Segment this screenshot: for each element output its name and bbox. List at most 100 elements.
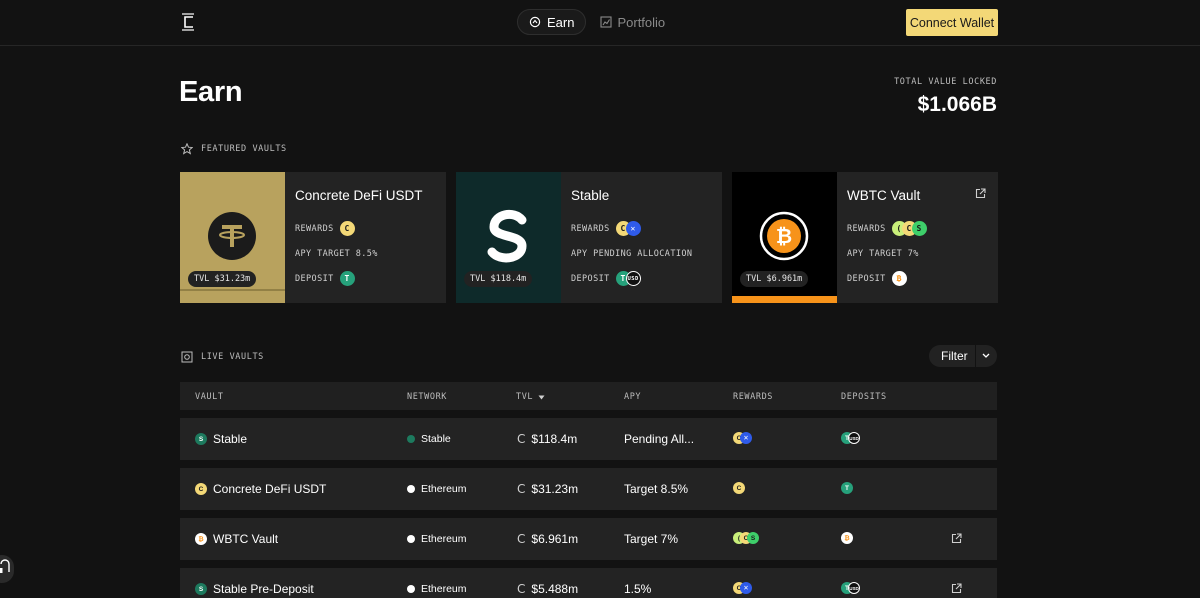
tvl-cell: Ⅽ $118.4m <box>517 432 577 446</box>
network-cell: Stable <box>407 433 451 445</box>
chevron-down-icon[interactable] <box>976 351 996 361</box>
nav-earn-label: Earn <box>547 14 575 30</box>
portfolio-icon <box>600 16 613 28</box>
nav-portfolio-tab[interactable]: Portfolio <box>600 15 665 30</box>
column-rewards: REWARDS <box>733 392 774 402</box>
deposit-row: DEPOSIT T USD <box>571 271 641 286</box>
network-cell: Ethereum <box>407 583 467 595</box>
network-name: Ethereum <box>421 483 467 495</box>
concrete-token-icon: C <box>339 221 355 236</box>
sort-down-icon <box>538 395 545 399</box>
column-tvl-label: TVL <box>516 392 534 402</box>
vault-name: Concrete DeFi USDT <box>295 188 423 203</box>
table-row[interactable]: S Stable Stable Ⅽ $118.4m Pending All...… <box>180 418 997 460</box>
concrete-logo-icon: Ⅽ <box>517 532 526 546</box>
column-apy[interactable]: APY <box>624 392 641 402</box>
apy-cell: Pending All... <box>624 432 695 446</box>
apy-cell: 1.5% <box>624 582 652 596</box>
vault-cell: S Stable Pre-Deposit <box>195 582 314 596</box>
nav-earn-tab[interactable]: Earn <box>517 9 587 35</box>
deposit-label: DEPOSIT <box>295 273 334 284</box>
stable-icon: S <box>195 433 207 445</box>
apy-row: APY PENDING ALLOCATION <box>571 249 693 259</box>
vault-name: WBTC Vault <box>847 188 921 203</box>
deposit-label: DEPOSIT <box>847 273 886 284</box>
ethereum-icon <box>407 585 415 593</box>
usd-token-icon: USD <box>625 271 641 286</box>
usd-token-icon: USD <box>848 582 860 594</box>
filter-button[interactable]: Filter <box>929 345 997 367</box>
rewards-cell: C ✕ <box>733 432 752 444</box>
deposit-token-stack: T USD <box>841 432 860 444</box>
deposits-cell: T <box>841 482 853 494</box>
x-token-icon: ✕ <box>740 582 752 594</box>
rewards-cell: ( C S <box>733 532 759 544</box>
x-token-icon: ✕ <box>740 432 752 444</box>
vault-name: Stable Pre-Deposit <box>213 582 314 596</box>
table-header: VAULT NETWORK TVL APY REWARDS DEPOSITS <box>180 382 997 410</box>
rewards-label: REWARDS <box>295 223 334 234</box>
total-value-locked-label: TOTAL VALUE LOCKED <box>894 77 997 87</box>
vault-cell: C Concrete DeFi USDT <box>195 482 326 496</box>
vault-tvl-chip: TVL $6.961m <box>740 271 809 287</box>
concrete-logo-icon: Ⅽ <box>517 432 526 446</box>
column-tvl[interactable]: TVL <box>516 392 545 402</box>
support-button[interactable] <box>0 555 14 583</box>
tvl-cell: Ⅽ $5.488m <box>517 582 578 596</box>
table-row[interactable]: S Stable Pre-Deposit Ethereum Ⅽ $5.488m … <box>180 568 997 598</box>
rewards-row: REWARDS C ✕ <box>571 221 641 236</box>
deposit-token-stack: T USD <box>841 582 860 594</box>
ethereum-icon <box>407 485 415 493</box>
column-network[interactable]: NETWORK <box>407 392 447 402</box>
network-name: Ethereum <box>421 583 467 595</box>
tvl-cell: Ⅽ $6.961m <box>517 532 578 546</box>
filter-label: Filter <box>941 349 968 363</box>
vault-name: Concrete DeFi USDT <box>213 482 327 496</box>
s-token-icon: S <box>747 532 759 544</box>
stable-network-icon <box>407 435 415 443</box>
ethereum-icon <box>407 535 415 543</box>
reward-token-stack: C ✕ <box>733 582 752 594</box>
concrete-logo-icon: Ⅽ <box>517 482 526 496</box>
featured-vaults-heading: FEATURED VAULTS <box>181 143 287 155</box>
live-vaults-heading: LIVE VAULTS <box>181 351 264 363</box>
external-link-icon[interactable] <box>975 188 986 199</box>
featured-card-concrete-defi-usdt[interactable]: TVL $31.23m Concrete DeFi USDT REWARDS C… <box>180 172 446 303</box>
rewards-cell: C ✕ <box>733 582 752 594</box>
tvl-value: $6.961m <box>531 532 579 546</box>
concrete-logo-icon[interactable] <box>181 13 195 31</box>
star-icon <box>181 143 193 155</box>
deposit-row: DEPOSIT T <box>295 271 355 286</box>
column-vault[interactable]: VAULT <box>195 392 224 402</box>
external-link-icon[interactable] <box>951 533 962 544</box>
connect-wallet-button[interactable]: Connect Wallet <box>906 9 998 36</box>
vault-name: Stable <box>571 188 610 203</box>
table-row[interactable]: ₿ WBTC Vault Ethereum Ⅽ $6.961m Target 7… <box>180 518 997 560</box>
network-name: Ethereum <box>421 533 467 545</box>
rewards-row: REWARDS ( C S <box>847 221 927 236</box>
rewards-cell: C <box>733 482 745 494</box>
reward-token-stack: C ✕ <box>733 432 752 444</box>
rewards-label: REWARDS <box>847 223 886 234</box>
column-deposits: DEPOSITS <box>841 392 887 402</box>
external-link-icon[interactable] <box>951 583 962 594</box>
vault-cell: ₿ WBTC Vault <box>195 532 278 546</box>
featured-card-stable[interactable]: TVL $118.4m Stable REWARDS C ✕ APY PENDI… <box>456 172 722 303</box>
concrete-logo-icon: Ⅽ <box>517 582 526 596</box>
top-header: Earn Portfolio Connect Wallet <box>0 0 1200 46</box>
apy-cell: Target 8.5% <box>624 482 689 496</box>
live-vaults-label: LIVE VAULTS <box>201 352 264 362</box>
deposit-token-stack: T USD <box>615 271 641 286</box>
network-cell: Ethereum <box>407 533 467 545</box>
svg-text:₿: ₿ <box>776 224 792 248</box>
vault-name: Stable <box>213 432 248 446</box>
bitcoin-icon: ₿ <box>891 271 907 286</box>
concrete-token-icon: C <box>195 483 207 495</box>
vault-icon <box>181 351 193 363</box>
rewards-row: REWARDS C <box>295 221 355 236</box>
tvl-cell: Ⅽ $31.23m <box>517 482 578 496</box>
featured-card-wbtc-vault[interactable]: ₿ TVL $6.961m WBTC Vault REWARDS ( C S A… <box>732 172 998 303</box>
network-cell: Ethereum <box>407 483 467 495</box>
tether-icon: T <box>339 271 355 286</box>
table-row[interactable]: C Concrete DeFi USDT Ethereum Ⅽ $31.23m … <box>180 468 997 510</box>
